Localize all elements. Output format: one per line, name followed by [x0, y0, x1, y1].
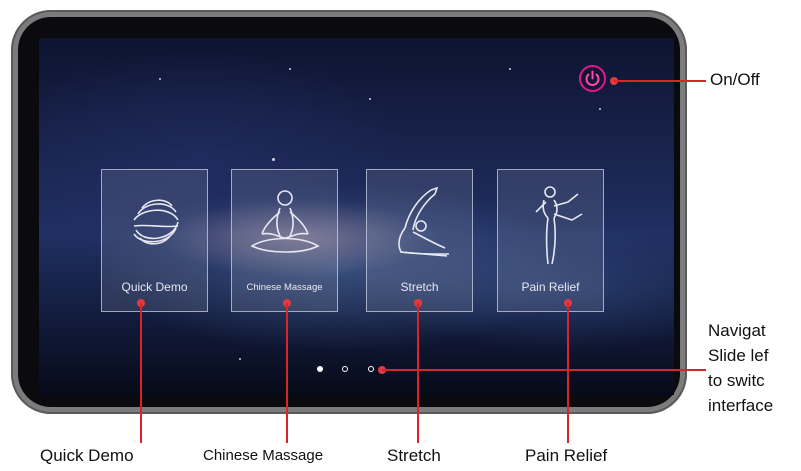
power-button[interactable]	[579, 65, 606, 92]
chinese-massage-card[interactable]: Chinese Massage	[231, 169, 338, 312]
meditation-icon	[249, 190, 320, 253]
card-label: Quick Demo	[121, 280, 188, 294]
card-label: Pain Relief	[521, 280, 580, 294]
navigation-callout-line	[382, 369, 706, 371]
navigation-line-3: to switc	[708, 371, 765, 390]
card-label: Stretch	[400, 280, 439, 294]
page-dot-active[interactable]	[317, 366, 323, 372]
page-dot[interactable]	[342, 366, 348, 372]
quick-demo-card[interactable]: Quick Demo	[101, 169, 208, 312]
chinese-massage-annotation: Chinese Massage	[203, 447, 324, 464]
quick-demo-callout-line	[140, 303, 142, 443]
card-label: Chinese Massage	[246, 282, 323, 293]
power-icon	[585, 70, 600, 86]
navigation-line-4: interface	[708, 396, 774, 415]
navigation-line-2: Slide lef	[708, 346, 769, 365]
stretch-annotation: Stretch	[387, 446, 441, 465]
page-dot[interactable]	[368, 366, 374, 372]
on-off-callout-line	[614, 80, 706, 82]
stretch-card[interactable]: Stretch	[366, 169, 473, 312]
chinese-massage-callout-line	[286, 303, 288, 443]
pain-relief-callout-line	[567, 303, 569, 443]
pain-relief-card[interactable]: Pain Relief	[497, 169, 604, 312]
stretch-callout-line	[417, 303, 419, 443]
quick-demo-annotation: Quick Demo	[40, 446, 134, 465]
navigation-line-1: Navigat	[708, 321, 766, 340]
hands-icon	[132, 199, 179, 245]
kick-pose-icon	[534, 186, 582, 265]
on-off-annotation: On/Off	[710, 70, 760, 89]
home-screen: Quick Demo Chinese Massage Stretch Pain …	[39, 38, 674, 395]
navigation-annotation: Navigat Slide lef to switc interface	[708, 318, 773, 418]
pain-relief-annotation: Pain Relief	[525, 446, 608, 465]
yoga-pose-icon	[397, 186, 449, 257]
